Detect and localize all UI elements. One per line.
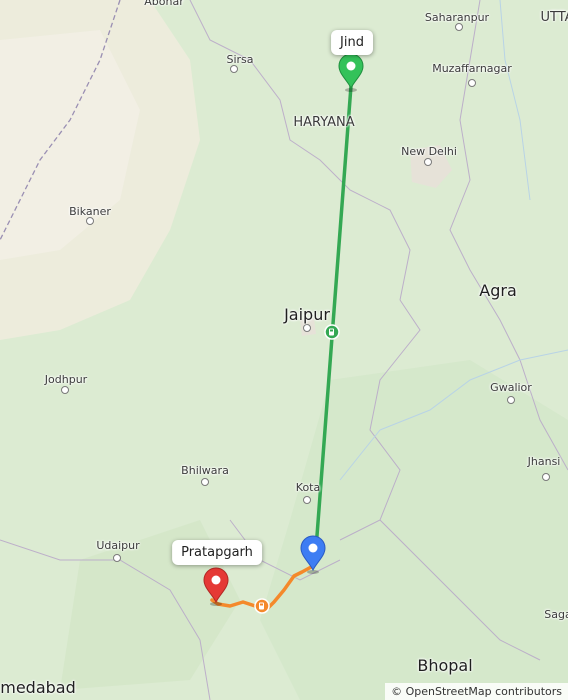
- place-label-jhansi: Jhansi: [527, 455, 561, 468]
- destination-marker-label[interactable]: Pratapgarh: [172, 540, 262, 565]
- city-dot: [424, 158, 432, 166]
- map-base-layer: [0, 0, 568, 700]
- place-label-jodhpur: Jodhpur: [44, 373, 88, 386]
- city-dot: [507, 396, 515, 404]
- origin-marker-label[interactable]: Jind: [331, 30, 373, 55]
- place-label-saharanpur: Saharanpur: [424, 11, 490, 24]
- origin-pin-icon: [338, 53, 364, 92]
- city-dot: [303, 324, 311, 332]
- place-label-uttarakhand: UTTA: [540, 10, 568, 25]
- place-label-agra: Agra: [479, 281, 517, 300]
- city-dot: [61, 386, 69, 394]
- city-dot: [542, 473, 550, 481]
- place-label-bhopal: Bhopal: [417, 656, 473, 675]
- place-label-gwalior: Gwalior: [490, 381, 532, 394]
- place-label-muzaffarnagar: Muzaffarnagar: [432, 62, 512, 75]
- place-label-abohar: Abohar: [144, 0, 184, 8]
- map-canvas[interactable]: Abohar Saharanpur UTTA Sirsa Muzaffarnag…: [0, 0, 568, 700]
- fuel-station-icon: [324, 324, 340, 340]
- place-label-sagar: Saga: [544, 608, 568, 621]
- place-label-udaipur: Udaipur: [96, 539, 140, 552]
- place-label-jaipur: Jaipur: [284, 305, 330, 324]
- city-dot: [201, 478, 209, 486]
- place-label-kota: Kota: [295, 481, 321, 494]
- city-dot: [86, 217, 94, 225]
- city-dot: [113, 554, 121, 562]
- place-label-sirsa: Sirsa: [226, 53, 254, 66]
- city-dot: [468, 79, 476, 87]
- hills-region: [260, 360, 568, 700]
- city-dot: [303, 496, 311, 504]
- place-label-ahmedabad: medabad: [0, 678, 76, 697]
- place-label-new-delhi: New Delhi: [401, 145, 457, 158]
- city-dot: [455, 23, 463, 31]
- place-label-bhilwara: Bhilwara: [181, 464, 229, 477]
- place-label-haryana: HARYANA: [293, 115, 355, 130]
- fuel-station-icon: [254, 598, 270, 614]
- map-attribution[interactable]: © OpenStreetMap contributors: [385, 683, 568, 700]
- place-label-bikaner: Bikaner: [69, 205, 111, 218]
- city-dot: [230, 65, 238, 73]
